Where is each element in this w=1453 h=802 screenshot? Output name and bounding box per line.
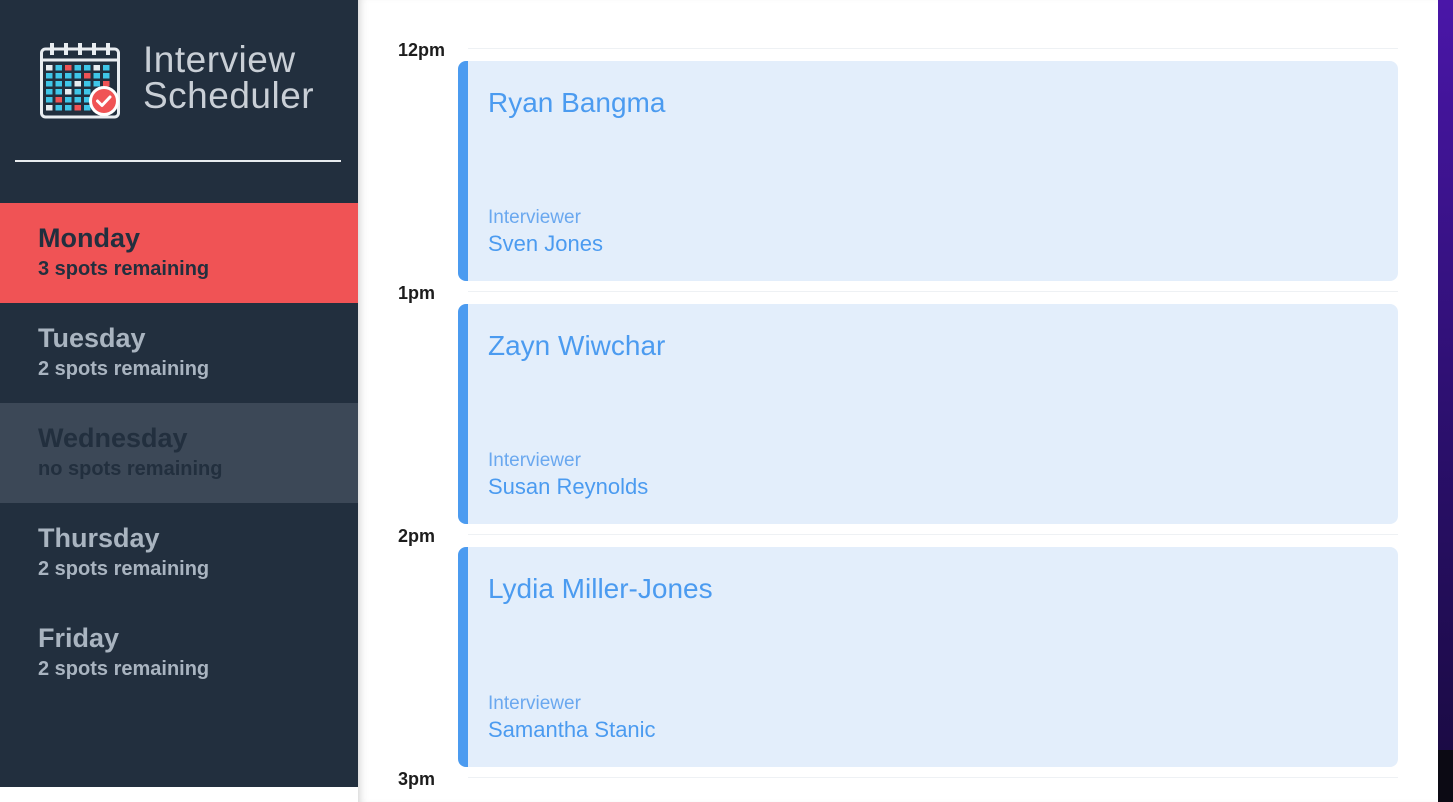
calendar-cell <box>55 89 62 95</box>
calendar-cell <box>74 105 81 111</box>
calendar-cell <box>74 89 81 95</box>
calendar-cell <box>103 81 110 87</box>
day-name: Monday <box>38 223 141 253</box>
slot-time: 12pm <box>398 40 446 60</box>
day-spots: 2 spots remaining <box>38 658 210 680</box>
slot-time: 2pm <box>398 526 436 546</box>
calendar-cell <box>65 81 72 87</box>
calendar-cell <box>46 105 53 111</box>
schedule: 12pm Ryan Bangma Interviewer Sven Jones … <box>358 0 1438 802</box>
day-name: Friday <box>38 623 120 653</box>
calendar-cell <box>65 97 72 103</box>
calendar-cell <box>93 81 100 87</box>
day-item-tuesday[interactable]: Tuesday 2 spots remaining <box>0 303 358 403</box>
interviewer-label: Interviewer <box>488 207 581 228</box>
sidebar-bottom-gap <box>0 787 358 802</box>
calendar-cell <box>46 73 53 79</box>
calendar-cell <box>103 73 110 79</box>
calendar-cell <box>84 81 91 87</box>
interviewer-label: Interviewer <box>488 450 581 471</box>
app-root: Interview Scheduler Monday 3 spots remai… <box>0 0 1453 802</box>
day-item-thursday[interactable]: Thursday 2 spots remaining <box>0 503 358 603</box>
calendar-cell <box>55 81 62 87</box>
calendar-cell <box>65 65 72 71</box>
slot-separator <box>468 48 1398 49</box>
calendar-cell <box>46 97 53 103</box>
calendar-cell <box>93 73 100 79</box>
day-list: Monday 3 spots remaining Tuesday 2 spots… <box>0 203 358 703</box>
calendar-cell <box>65 73 72 79</box>
day-name: Wednesday <box>38 423 188 453</box>
calendar-cell <box>55 105 62 111</box>
slot-time: 1pm <box>398 283 436 303</box>
calendar-cell <box>84 65 91 71</box>
calendar-cell <box>46 89 53 95</box>
appointment-slot: 2pm Lydia Miller-Jones Interviewer Saman… <box>358 486 1438 767</box>
slot-separator <box>468 777 1398 778</box>
calendar-cell <box>74 65 81 71</box>
day-name: Thursday <box>38 523 160 553</box>
calendar-cell <box>55 97 62 103</box>
day-item-wednesday[interactable]: Wednesday no spots remaining <box>0 403 358 503</box>
calendar-cell <box>55 73 62 79</box>
calendar-cell <box>55 65 62 71</box>
appointment-card[interactable]: Lydia Miller-Jones Interviewer Samantha … <box>458 547 1398 767</box>
calendar-cell <box>74 73 81 79</box>
day-spots: 2 spots remaining <box>38 358 210 380</box>
slot-separator <box>468 534 1398 535</box>
calendar-cell <box>46 65 53 71</box>
appointment-slot: 12pm Ryan Bangma Interviewer Sven Jones <box>358 0 1438 281</box>
student-name: Zayn Wiwchar <box>488 330 666 361</box>
app-title: Interview Scheduler <box>143 39 315 116</box>
day-spots: 2 spots remaining <box>38 558 210 580</box>
student-name: Ryan Bangma <box>488 87 666 118</box>
interviewer-label: Interviewer <box>488 693 581 714</box>
student-name: Lydia Miller-Jones <box>488 573 713 604</box>
slot-separator <box>468 291 1398 292</box>
calendar-cell <box>84 89 91 95</box>
calendar-cell <box>103 65 110 71</box>
day-item-monday[interactable]: Monday 3 spots remaining <box>0 203 358 303</box>
day-name: Tuesday <box>38 323 146 353</box>
calendar-cell <box>74 97 81 103</box>
slot-time: 3pm <box>398 769 436 789</box>
sidebar: Interview Scheduler Monday 3 spots remai… <box>0 0 358 787</box>
window-edge <box>1438 0 1453 750</box>
calendar-cell <box>46 81 53 87</box>
brand: Interview Scheduler <box>40 39 340 122</box>
calendar-cell <box>74 81 81 87</box>
appointment-slot: 1pm Zayn Wiwchar Interviewer Susan Reyno… <box>358 243 1438 524</box>
calendar-cell <box>84 73 91 79</box>
calendar-cell <box>93 65 100 71</box>
interviewer-name: Samantha Stanic <box>488 717 656 742</box>
day-item-friday[interactable]: Friday 2 spots remaining <box>0 603 358 703</box>
calendar-check-icon <box>40 43 120 119</box>
calendar-cell <box>65 105 72 111</box>
calendar-cell <box>84 105 91 111</box>
calendar-cell <box>65 89 72 95</box>
window-edge-bottom <box>1438 750 1453 802</box>
brand-divider <box>15 160 341 162</box>
day-spots: no spots remaining <box>38 458 223 480</box>
day-spots: 3 spots remaining <box>38 258 210 280</box>
